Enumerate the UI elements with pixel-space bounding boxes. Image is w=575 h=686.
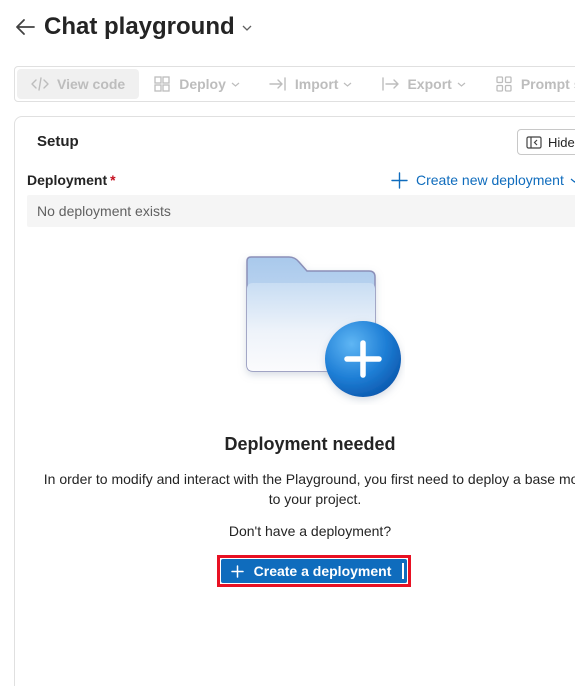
create-new-deployment-link[interactable]: Create new deployment — [391, 171, 575, 189]
deployment-label-text: Deployment — [27, 172, 108, 188]
empty-state-description: In order to modify and interact with the… — [25, 469, 575, 509]
chevron-down-icon[interactable] — [241, 22, 253, 34]
required-marker: * — [110, 172, 116, 188]
plus-icon — [230, 564, 245, 578]
plus-icon — [391, 171, 409, 189]
create-new-deployment-label: Create new deployment — [416, 172, 564, 188]
import-button[interactable]: Import — [255, 69, 368, 99]
deployment-select[interactable]: No deployment exists — [27, 195, 575, 227]
deploy-button[interactable]: Deploy — [139, 69, 255, 99]
empty-state-prompt: Don't have a deployment? — [228, 523, 392, 539]
hide-label: Hide — [548, 134, 575, 150]
deployment-select-value: No deployment exists — [37, 203, 171, 219]
create-deployment-label: Create a deployment — [253, 563, 392, 579]
chevron-down-icon — [457, 79, 467, 89]
chevron-down-icon — [343, 79, 353, 89]
code-icon — [31, 75, 49, 93]
view-code-button[interactable]: View code — [17, 69, 140, 99]
deployment-label: Deployment * — [27, 172, 116, 188]
export-icon — [381, 75, 400, 93]
import-icon — [269, 75, 287, 93]
chevron-down-icon — [570, 175, 575, 185]
prompt-samples-icon — [495, 75, 513, 93]
panel-collapse-icon — [526, 135, 542, 149]
hide-button[interactable]: Hide — [517, 129, 575, 155]
import-label: Import — [294, 76, 339, 92]
empty-state-description-line: to your project. — [268, 491, 362, 507]
empty-state-title: Deployment needed — [224, 434, 396, 454]
button-edge — [402, 563, 404, 579]
view-code-label: View code — [57, 76, 126, 92]
page-title: Chat playground — [44, 13, 235, 40]
folder-plus-illustration — [229, 253, 405, 405]
prompt-samples-label: Prompt sa — [520, 76, 575, 92]
deploy-label: Deploy — [179, 76, 226, 92]
toolbar: View code Deploy Import Export Prompt sa — [14, 66, 575, 102]
export-button[interactable]: Export — [367, 69, 480, 99]
deploy-icon — [153, 75, 171, 93]
chevron-down-icon — [231, 79, 241, 89]
page-header: Chat playground — [14, 10, 253, 44]
export-label: Export — [407, 76, 452, 92]
empty-state-description-line: In order to modify and interact with the… — [43, 471, 575, 487]
setup-panel: Setup Hide Deployment * Create new deploy… — [14, 116, 575, 686]
arrow-left-icon[interactable] — [14, 16, 36, 38]
create-deployment-button[interactable]: Create a deployment — [221, 559, 407, 583]
setup-title: Setup — [37, 133, 79, 150]
prompt-samples-button[interactable]: Prompt sa — [481, 69, 575, 99]
